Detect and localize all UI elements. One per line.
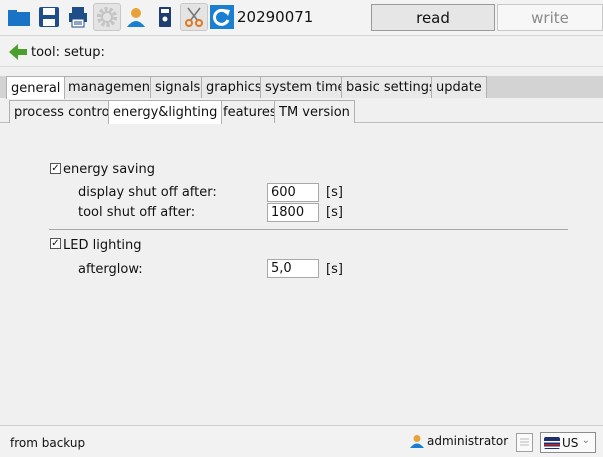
device-icon bbox=[159, 7, 171, 27]
path-bar: tool: setup: bbox=[0, 37, 603, 67]
tab-update[interactable]: update bbox=[431, 76, 487, 98]
open-folder-button[interactable] bbox=[5, 3, 33, 31]
device-button[interactable] bbox=[151, 3, 179, 31]
chevron-down-icon: ⌄ bbox=[581, 435, 590, 446]
tool-shutoff-unit: [s] bbox=[326, 205, 343, 220]
current-user[interactable]: administrator bbox=[410, 434, 508, 448]
afterglow-label: afterglow: bbox=[78, 262, 143, 277]
tab-system-time[interactable]: system time bbox=[260, 76, 351, 98]
back-arrow-icon bbox=[9, 44, 27, 60]
tab-basic-settings[interactable]: basic settings bbox=[341, 76, 441, 98]
display-shutoff-label: display shut off after: bbox=[78, 185, 217, 200]
folder-icon bbox=[8, 10, 30, 26]
led-lighting-checkbox[interactable]: ✓ bbox=[50, 238, 61, 249]
print-button[interactable] bbox=[64, 3, 92, 31]
cut-button[interactable] bbox=[180, 3, 208, 31]
read-button[interactable]: read bbox=[371, 4, 495, 31]
write-button[interactable]: write bbox=[497, 4, 603, 31]
main-tab-bar: general management signals graphics syst… bbox=[0, 76, 603, 99]
user-icon bbox=[410, 435, 424, 448]
toolbar: 20290071 read write bbox=[0, 0, 603, 36]
version-number: 20290071 bbox=[237, 8, 314, 26]
document-button[interactable] bbox=[516, 433, 533, 452]
scissors-icon bbox=[185, 7, 203, 27]
tab-energy-lighting[interactable]: energy&lighting bbox=[108, 100, 223, 124]
tab-features[interactable]: features bbox=[218, 100, 282, 123]
back-button[interactable] bbox=[8, 42, 28, 62]
user-button[interactable] bbox=[122, 3, 150, 31]
sub-tab-bar: process control energy&lighting features… bbox=[0, 99, 603, 124]
tab-management[interactable]: management bbox=[63, 76, 161, 98]
printer-icon bbox=[69, 7, 87, 28]
led-lighting-label: LED lighting bbox=[63, 238, 142, 253]
tab-process-control[interactable]: process control bbox=[9, 100, 119, 123]
tab-tm-version[interactable]: TM version bbox=[274, 100, 355, 123]
save-button[interactable] bbox=[35, 3, 63, 31]
tab-general[interactable]: general bbox=[6, 76, 66, 99]
tab-graphics[interactable]: graphics bbox=[201, 76, 267, 98]
gear-icon bbox=[97, 7, 117, 27]
user-name: administrator bbox=[427, 434, 509, 448]
language-select[interactable]: US ⌄ bbox=[540, 432, 596, 453]
energy-saving-checkbox[interactable]: ✓ bbox=[50, 163, 61, 174]
breadcrumb: tool: setup: bbox=[31, 45, 105, 60]
status-bar: from backup administrator US ⌄ bbox=[0, 425, 603, 457]
settings-button[interactable] bbox=[93, 3, 121, 31]
language-code: US bbox=[562, 435, 579, 450]
status-message: from backup bbox=[10, 436, 86, 450]
us-flag-icon bbox=[544, 436, 560, 449]
tool-shutoff-label: tool shut off after: bbox=[78, 205, 196, 220]
afterglow-unit: [s] bbox=[326, 262, 343, 277]
energy-saving-label: energy saving bbox=[63, 162, 155, 177]
tab-signals[interactable]: signals bbox=[150, 76, 206, 98]
document-icon bbox=[520, 438, 529, 446]
section-divider bbox=[49, 229, 568, 230]
display-shutoff-unit: [s] bbox=[326, 185, 343, 200]
refresh-button[interactable] bbox=[208, 3, 236, 31]
refresh-icon bbox=[210, 5, 234, 29]
tool-shutoff-input[interactable]: 1800 bbox=[267, 203, 319, 222]
floppy-disk-icon bbox=[39, 7, 59, 27]
display-shutoff-input[interactable]: 600 bbox=[267, 183, 319, 202]
user-icon bbox=[127, 8, 145, 27]
afterglow-input[interactable]: 5,0 bbox=[267, 259, 319, 278]
